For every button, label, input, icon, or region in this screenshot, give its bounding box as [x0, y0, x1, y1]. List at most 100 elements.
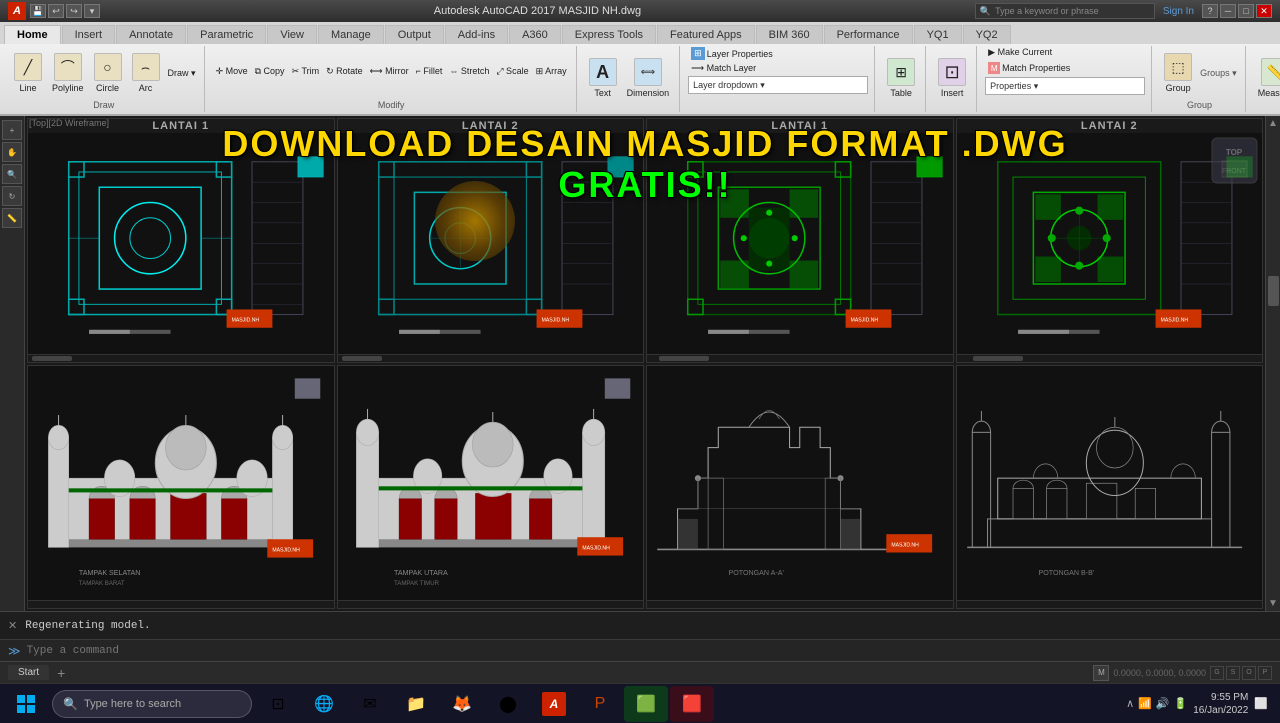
- taskbar-autocad-btn[interactable]: A: [532, 686, 576, 722]
- match-layer-btn[interactable]: ⟶ Match Layer: [688, 62, 759, 75]
- start-tab[interactable]: Start: [8, 665, 49, 680]
- taskbar-search-box[interactable]: 🔍 Type here to search: [52, 690, 252, 718]
- copy-btn[interactable]: ⧉ Copy: [252, 65, 288, 78]
- tab-yq1[interactable]: YQ1: [914, 25, 962, 44]
- search-box[interactable]: 🔍 Type a keyword or phrase: [975, 3, 1155, 19]
- taskbar-green-app-btn[interactable]: 🟩: [624, 686, 668, 722]
- cell-2-hscroll[interactable]: [338, 354, 644, 362]
- cell-2-viewport[interactable]: MASJID.NH: [338, 133, 644, 354]
- tab-view[interactable]: View: [267, 25, 317, 44]
- undo-btn[interactable]: ↩: [48, 4, 64, 18]
- line-tool-btn[interactable]: ╱ Line: [10, 51, 46, 95]
- cell-4-hscroll[interactable]: [957, 354, 1263, 362]
- qa-dropdown-btn[interactable]: ▾: [84, 4, 100, 18]
- tab-yq2[interactable]: YQ2: [963, 25, 1011, 44]
- arc-tool-btn[interactable]: ⌢ Arc: [128, 51, 164, 95]
- snap-btn[interactable]: S: [1226, 666, 1240, 680]
- taskbar-explorer-btn[interactable]: ⊡: [256, 686, 300, 722]
- array-btn[interactable]: ⊞ Array: [533, 65, 570, 78]
- tab-manage[interactable]: Manage: [318, 25, 384, 44]
- tool-crosshair[interactable]: +: [2, 120, 22, 140]
- redo-btn[interactable]: ↪: [66, 4, 82, 18]
- tray-battery-icon[interactable]: 🔋: [1174, 697, 1188, 710]
- scroll-down-arrow[interactable]: ▼: [1266, 596, 1280, 611]
- tool-orbit[interactable]: ↻: [2, 186, 22, 206]
- dimension-btn[interactable]: ⟺ Dimension: [623, 56, 674, 100]
- model-space-btn[interactable]: M: [1093, 665, 1109, 681]
- scroll-up-arrow[interactable]: ▲: [1266, 116, 1280, 131]
- rotate-btn[interactable]: ↻ Rotate: [323, 65, 366, 78]
- tab-parametric[interactable]: Parametric: [187, 25, 266, 44]
- tab-featuredapps[interactable]: Featured Apps: [657, 25, 755, 44]
- taskbar-folder-btn[interactable]: 📁: [394, 686, 438, 722]
- taskbar-clock[interactable]: 9:55 PM 16/Jan/2022: [1193, 691, 1248, 717]
- circle-tool-btn[interactable]: ○ Circle: [90, 51, 126, 95]
- insert-btn[interactable]: ⊡ Insert: [934, 56, 970, 100]
- make-current-btn[interactable]: ▶ Make Current: [985, 46, 1055, 59]
- cell-5-hscroll[interactable]: [28, 600, 334, 608]
- tab-annotate[interactable]: Annotate: [116, 25, 186, 44]
- taskbar-firefox-btn[interactable]: 🦊: [440, 686, 484, 722]
- add-tab-btn[interactable]: +: [57, 665, 65, 681]
- tool-zoom[interactable]: 🔍: [2, 164, 22, 184]
- tab-bim360[interactable]: BIM 360: [756, 25, 823, 44]
- taskbar-mail-btn[interactable]: ✉: [348, 686, 392, 722]
- scale-btn[interactable]: ⤢ Scale: [493, 65, 531, 78]
- taskbar-edge-btn[interactable]: 🌐: [302, 686, 346, 722]
- tab-expresstools[interactable]: Express Tools: [562, 25, 656, 44]
- tab-output[interactable]: Output: [385, 25, 444, 44]
- polyline-tool-btn[interactable]: ⌒ Polyline: [48, 51, 88, 95]
- tab-insert[interactable]: Insert: [62, 25, 116, 44]
- table-btn[interactable]: ⊞ Table: [883, 56, 919, 100]
- cell-4-viewport[interactable]: MASJID.NH TOP FRONT: [957, 133, 1263, 354]
- groups-dropdown-btn[interactable]: Groups ▾: [1198, 67, 1239, 80]
- tab-performance[interactable]: Performance: [824, 25, 913, 44]
- cell-1-viewport[interactable]: MASJID.NH: [28, 133, 334, 354]
- command-input-field[interactable]: [27, 645, 1272, 657]
- cell-7-hscroll[interactable]: [647, 600, 953, 608]
- polar-btn[interactable]: P: [1258, 666, 1272, 680]
- trim-btn[interactable]: ✂ Trim: [289, 65, 323, 78]
- tab-a360[interactable]: A360: [509, 25, 561, 44]
- show-desktop-btn[interactable]: ⬜: [1254, 697, 1268, 710]
- command-close-btn[interactable]: ✕: [8, 619, 17, 633]
- cell-3-hscroll[interactable]: [647, 354, 953, 362]
- close-btn[interactable]: ✕: [1256, 4, 1272, 18]
- tab-addins[interactable]: Add-ins: [445, 25, 508, 44]
- mirror-btn[interactable]: ⟷ Mirror: [367, 65, 412, 78]
- tray-volume-icon[interactable]: 🔊: [1156, 697, 1170, 710]
- tool-pan[interactable]: ✋: [2, 142, 22, 162]
- draw-dropdown-btn[interactable]: Draw ▾: [166, 67, 198, 80]
- fillet-btn[interactable]: ⌐ Fillet: [413, 65, 446, 77]
- properties-dropdown[interactable]: Properties ▾: [985, 77, 1145, 95]
- windows-start-btn[interactable]: [4, 686, 48, 722]
- tray-expand-btn[interactable]: ∧: [1126, 697, 1134, 710]
- group-btn[interactable]: ⬚ Group: [1160, 51, 1196, 95]
- taskbar-chrome-btn[interactable]: ⬤: [486, 686, 530, 722]
- help-btn[interactable]: ?: [1202, 4, 1218, 18]
- cell-6-viewport[interactable]: TAMPAK UTARA TAMPAK TIMUR MASJID.NH: [338, 366, 644, 601]
- tool-measure2[interactable]: 📏: [2, 208, 22, 228]
- maximize-btn[interactable]: □: [1238, 4, 1254, 18]
- nav-cube[interactable]: TOP FRONT: [1207, 133, 1262, 188]
- ortho-btn[interactable]: O: [1242, 666, 1256, 680]
- cell-5-viewport[interactable]: TAMPAK SELATAN TAMPAK BARAT MASJID.NH: [28, 366, 334, 601]
- measure-btn[interactable]: 📏 Measure: [1254, 56, 1280, 100]
- match-properties-btn[interactable]: M Match Properties: [985, 61, 1073, 75]
- cell-1-hscroll[interactable]: [28, 354, 334, 362]
- sign-in-btn[interactable]: Sign In: [1163, 6, 1194, 17]
- move-btn[interactable]: ✛ Move: [213, 65, 251, 78]
- cell-7-viewport[interactable]: POTONGAN A-A' MASJID.NH: [647, 366, 953, 601]
- text-btn[interactable]: A Text: [585, 56, 621, 100]
- cell-3-viewport[interactable]: MASJID.NH: [647, 133, 953, 354]
- minimize-btn[interactable]: ─: [1220, 4, 1236, 18]
- taskbar-ppt-btn[interactable]: P: [578, 686, 622, 722]
- stretch-btn[interactable]: ⇔ Stretch: [446, 65, 492, 77]
- grid-btn[interactable]: G: [1210, 666, 1224, 680]
- cell-6-hscroll[interactable]: [338, 600, 644, 608]
- layer-dropdown[interactable]: Layer dropdown ▾: [688, 76, 868, 94]
- viewport-scrollbar[interactable]: ▲ ▼: [1265, 116, 1280, 611]
- taskbar-red-app-btn[interactable]: 🟥: [670, 686, 714, 722]
- layer-properties-btn[interactable]: ⊞ Layer Properties: [688, 46, 776, 61]
- cell-8-viewport[interactable]: POTONGAN B-B': [957, 366, 1263, 601]
